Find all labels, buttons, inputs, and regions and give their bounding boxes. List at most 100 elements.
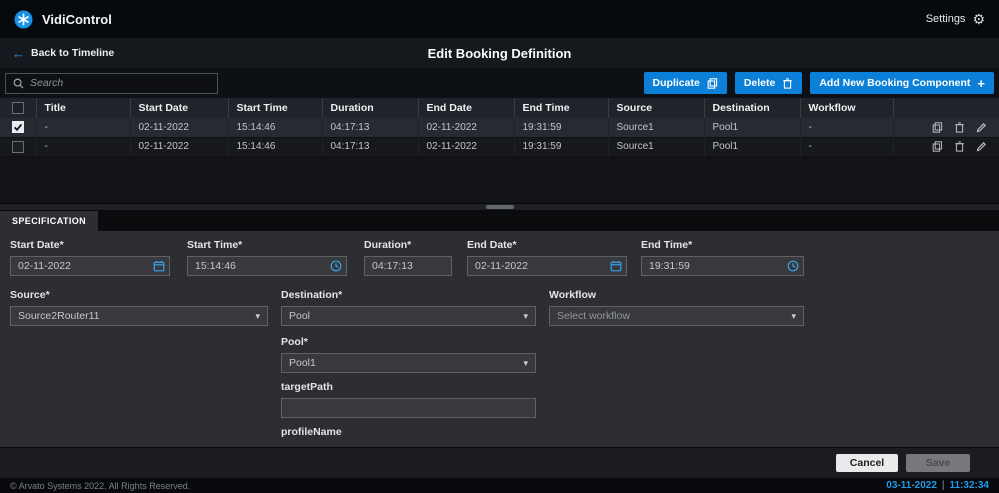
cell-start-date: 02-11-2022 (130, 118, 228, 137)
cell-end-time: 19:31:59 (514, 118, 608, 137)
top-bar: VidiControl Settings ⚙ (0, 0, 999, 38)
plus-icon: + (977, 77, 985, 90)
back-to-timeline-link[interactable]: ← Back to Timeline (12, 47, 114, 60)
start-time-input[interactable] (187, 256, 347, 276)
cell-source: Source1 (608, 137, 704, 156)
tab-strip: SPECIFICATION (0, 211, 999, 231)
chevron-down-icon: ▾ (791, 312, 796, 321)
copy-icon (707, 78, 718, 89)
clock-icon[interactable] (787, 260, 799, 272)
start-date-label: Start Date* (10, 239, 170, 251)
trash-icon[interactable] (954, 141, 965, 152)
workflow-value: Select workflow (557, 310, 630, 322)
cell-duration: 04:17:13 (322, 118, 418, 137)
table-row[interactable]: - 02-11-2022 15:14:46 04:17:13 02-11-202… (0, 137, 999, 156)
copy-icon[interactable] (932, 141, 943, 152)
search-icon (13, 78, 24, 89)
destination-value: Pool (289, 310, 310, 322)
calendar-icon[interactable] (610, 260, 622, 272)
workflow-label: Workflow (549, 289, 804, 301)
col-header-duration[interactable]: Duration (322, 98, 418, 118)
source-value: Source2Router11 (18, 310, 100, 322)
cell-end-date: 02-11-2022 (418, 118, 514, 137)
end-date-label: End Date* (467, 239, 627, 251)
footer: © Arvato Systems 2022. All Rights Reserv… (0, 478, 999, 493)
settings-button[interactable]: Settings ⚙ (926, 12, 985, 26)
cell-destination: Pool1 (704, 137, 800, 156)
vidicontrol-logo-icon (14, 10, 33, 29)
edit-pencil-icon[interactable] (976, 141, 987, 152)
save-button[interactable]: Save (906, 454, 970, 472)
pool-value: Pool1 (289, 357, 316, 369)
search-input[interactable] (30, 77, 210, 89)
col-header-destination[interactable]: Destination (704, 98, 800, 118)
cell-source: Source1 (608, 118, 704, 137)
duration-label: Duration* (364, 239, 452, 251)
col-header-end-date[interactable]: End Date (418, 98, 514, 118)
select-all-checkbox[interactable] (12, 102, 24, 114)
cell-duration: 04:17:13 (322, 137, 418, 156)
destination-label: Destination* (281, 289, 536, 301)
cell-start-time: 15:14:46 (228, 137, 322, 156)
tab-specification[interactable]: SPECIFICATION (0, 211, 98, 231)
calendar-icon[interactable] (153, 260, 165, 272)
end-time-input[interactable] (641, 256, 804, 276)
source-select[interactable]: Source2Router11 ▾ (10, 306, 268, 326)
chevron-down-icon: ▾ (523, 312, 528, 321)
trash-icon[interactable] (954, 122, 965, 133)
splitter-grip-icon[interactable] (486, 205, 514, 209)
cell-title: - (36, 137, 130, 156)
panel-splitter[interactable] (0, 203, 999, 211)
cell-end-date: 02-11-2022 (418, 137, 514, 156)
duplicate-button[interactable]: Duplicate (644, 72, 727, 94)
cell-end-time: 19:31:59 (514, 137, 608, 156)
toolbar: Duplicate Delete (0, 68, 999, 98)
add-new-booking-component-button[interactable]: Add New Booking Component + (810, 72, 994, 94)
target-path-input[interactable] (281, 398, 536, 418)
footer-time: 11:32:34 (950, 480, 989, 491)
gear-icon: ⚙ (972, 12, 985, 26)
end-time-label: End Time* (641, 239, 804, 251)
arrow-left-icon: ← (12, 47, 25, 60)
edit-pencil-icon[interactable] (976, 122, 987, 133)
app-title: VidiControl (42, 12, 112, 27)
cancel-button[interactable]: Cancel (836, 454, 898, 472)
footer-datetime: 03-11-2022 | 11:32:34 (886, 480, 989, 491)
table-row[interactable]: - 02-11-2022 15:14:46 04:17:13 02-11-202… (0, 118, 999, 137)
col-header-workflow[interactable]: Workflow (800, 98, 893, 118)
row-checkbox[interactable] (12, 141, 24, 153)
settings-label: Settings (926, 13, 966, 25)
col-header-end-time[interactable]: End Time (514, 98, 608, 118)
copy-icon[interactable] (932, 122, 943, 133)
footer-date: 03-11-2022 (886, 480, 937, 491)
delete-button[interactable]: Delete (735, 72, 803, 94)
col-header-source[interactable]: Source (608, 98, 704, 118)
cell-start-date: 02-11-2022 (130, 137, 228, 156)
search-box[interactable] (5, 73, 218, 94)
cell-workflow: - (800, 118, 893, 137)
col-header-actions (893, 98, 999, 118)
start-date-input[interactable] (10, 256, 170, 276)
specification-form: Start Date* Start Time* Duration* (0, 231, 999, 447)
end-date-input[interactable] (467, 256, 627, 276)
back-label: Back to Timeline (31, 47, 114, 59)
chevron-down-icon: ▾ (255, 312, 260, 321)
action-bar: Cancel Save (0, 447, 999, 478)
pool-select[interactable]: Pool1 ▾ (281, 353, 536, 373)
duration-input[interactable] (364, 256, 452, 276)
profile-name-label: profileName (281, 426, 536, 438)
page-title: Edit Booking Definition (0, 46, 999, 61)
add-label: Add New Booking Component (819, 77, 970, 89)
cell-workflow: - (800, 137, 893, 156)
destination-select[interactable]: Pool ▾ (281, 306, 536, 326)
booking-table: Title Start Date Start Time Duration End… (0, 98, 999, 203)
workflow-select[interactable]: Select workflow ▾ (549, 306, 804, 326)
footer-separator: | (942, 480, 945, 491)
clock-icon[interactable] (330, 260, 342, 272)
col-header-title[interactable]: Title (36, 98, 130, 118)
col-header-start-time[interactable]: Start Time (228, 98, 322, 118)
page-header: ← Back to Timeline Edit Booking Definiti… (0, 38, 999, 68)
brand: VidiControl (14, 10, 112, 29)
col-header-start-date[interactable]: Start Date (130, 98, 228, 118)
row-checkbox[interactable] (12, 121, 24, 133)
